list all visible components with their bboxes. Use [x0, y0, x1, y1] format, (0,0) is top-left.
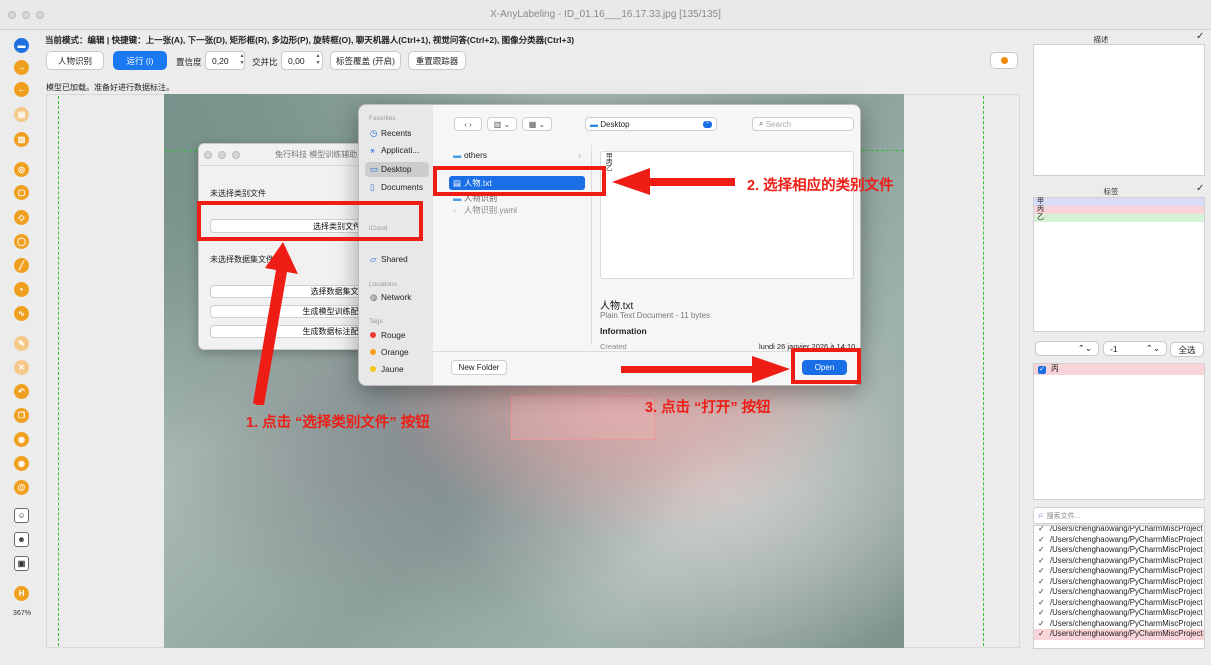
- annotation-step1: 1. 点击 “选择类别文件” 按钮: [246, 415, 430, 431]
- annotation-arrows: [253, 168, 790, 405]
- arrow-1-icon: [253, 242, 298, 405]
- annotation-step3: 3. 点击 “打开” 按钮: [645, 400, 771, 416]
- arrow-2-icon: [612, 168, 735, 195]
- annotation-step2: 2. 选择相应的类别文件: [747, 178, 894, 194]
- arrow-3-icon: [621, 356, 790, 383]
